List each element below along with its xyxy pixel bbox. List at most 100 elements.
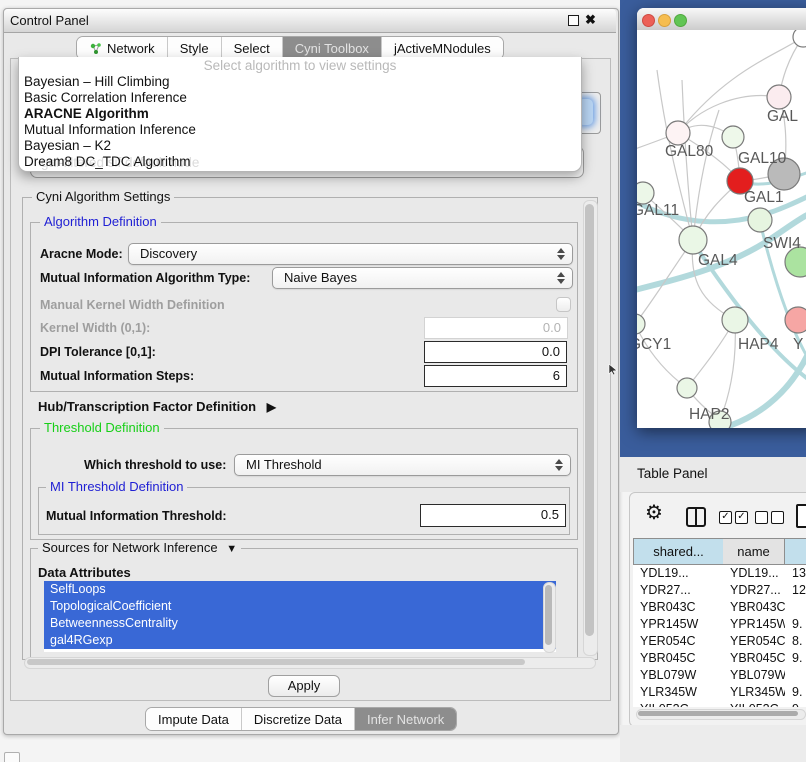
- list-vertical-scrollbar[interactable]: [543, 582, 556, 653]
- checked-box-icon: ✓: [735, 511, 748, 524]
- node-hap2[interactable]: [677, 378, 697, 398]
- apply-button[interactable]: Apply: [268, 675, 340, 697]
- popup-item-mutual-information[interactable]: Mutual Information Inference: [19, 122, 581, 138]
- float-icon[interactable]: [568, 15, 579, 26]
- table-row[interactable]: YDL19...YDL19...13: [633, 565, 806, 582]
- deselect-all-checkboxes-icon[interactable]: [755, 511, 784, 524]
- cell-name: YPR145W: [723, 616, 785, 633]
- network-node-labels: GAL GAL80 GAL10 GAL1 GAL11 GAL4 SWI4 GCY…: [637, 108, 803, 423]
- settings-horizontal-scrollbar-thumb[interactable]: [27, 659, 525, 665]
- collapse-right-icon[interactable]: ▶: [267, 400, 276, 414]
- list-item-betweennesscentrality[interactable]: BetweennessCentrality: [44, 615, 556, 632]
- cell-value: 8.: [785, 633, 806, 650]
- list-item-gal4rgexp[interactable]: gal4RGexp: [44, 632, 556, 649]
- document-icon[interactable]: [796, 504, 806, 528]
- cell-name: YDR27...: [723, 582, 785, 599]
- tab-discretize-data[interactable]: Discretize Data: [241, 708, 354, 730]
- tab-infer-network[interactable]: Infer Network: [354, 708, 456, 730]
- tab-impute-data[interactable]: Impute Data: [146, 708, 241, 730]
- popup-item-bayesian-k2[interactable]: Bayesian – K2: [19, 138, 581, 154]
- mi-steps-label: Mutual Information Steps:: [40, 369, 194, 383]
- mac-minimize-icon[interactable]: [658, 14, 671, 27]
- node-gcy1[interactable]: [637, 314, 645, 334]
- expand-down-icon[interactable]: ▼: [226, 543, 237, 555]
- node-hap4[interactable]: [722, 307, 748, 333]
- popup-item-aracne[interactable]: ARACNE Algorithm: [19, 106, 581, 122]
- popup-placeholder: Select algorithm to view settings: [19, 57, 581, 74]
- tab-style[interactable]: Style: [167, 37, 221, 59]
- tab-discretize-data-label: Discretize Data: [254, 712, 342, 727]
- tab-jactivemnodules[interactable]: jActiveMNodules: [381, 37, 503, 59]
- table-horizontal-scrollbar[interactable]: [636, 709, 806, 720]
- spinner-icon: [557, 272, 565, 284]
- spinner-icon: [555, 459, 563, 471]
- tab-network[interactable]: Network: [77, 37, 167, 59]
- select-all-checkboxes-icon[interactable]: ✓ ✓: [719, 511, 748, 524]
- table-row[interactable]: YDR27...YDR27...12: [633, 582, 806, 599]
- cell-name: YBL079W: [723, 667, 785, 684]
- mac-zoom-icon[interactable]: [674, 14, 687, 27]
- node-gal[interactable]: [767, 85, 791, 109]
- list-item-topologicalcoefficient[interactable]: TopologicalCoefficient: [44, 598, 556, 615]
- network-canvas[interactable]: GAL GAL80 GAL10 GAL1 GAL11 GAL4 SWI4 GCY…: [637, 30, 806, 428]
- kernel-width-input[interactable]: 0.0: [424, 317, 568, 339]
- hub-section-header[interactable]: Hub/Transcription Factor Definition ▶: [38, 399, 276, 414]
- table-row[interactable]: YIL052CYIL052C9: [633, 701, 806, 707]
- close-icon[interactable]: ✖: [585, 12, 596, 28]
- list-vertical-scrollbar-thumb[interactable]: [545, 585, 552, 645]
- dpi-tolerance-input[interactable]: 0.0: [424, 341, 567, 363]
- tab-select[interactable]: Select: [221, 37, 282, 59]
- tab-cyni-toolbox[interactable]: Cyni Toolbox: [282, 37, 381, 59]
- column-header-partial[interactable]: [785, 538, 806, 565]
- node[interactable]: [793, 30, 806, 47]
- node-salmon[interactable]: [785, 307, 806, 333]
- popup-item-basic-correlation[interactable]: Basic Correlation Inference: [19, 90, 581, 106]
- which-threshold-combo[interactable]: MI Threshold: [234, 454, 571, 476]
- data-attributes-label: Data Attributes: [38, 565, 131, 580]
- node-swi4[interactable]: [748, 208, 772, 232]
- column-header-name[interactable]: name: [723, 538, 785, 565]
- settings-horizontal-scrollbar[interactable]: [24, 657, 596, 669]
- settings-vertical-scrollbar-thumb[interactable]: [585, 204, 594, 636]
- popup-item-dream8[interactable]: Dream8 DC_TDC Algorithm: [19, 154, 581, 170]
- table-row[interactable]: YPR145WYPR145W9.: [633, 616, 806, 633]
- table-panel-title: Table Panel: [637, 466, 708, 481]
- column-header-shared[interactable]: shared...: [633, 538, 724, 565]
- spinner-icon: [557, 248, 565, 260]
- manual-kernel-checkbox[interactable]: [556, 297, 571, 312]
- table-row[interactable]: YBL079WYBL079W: [633, 667, 806, 684]
- table-row[interactable]: YLR345WYLR345W9.: [633, 684, 806, 701]
- node-gal4[interactable]: [679, 226, 707, 254]
- mi-steps-input[interactable]: 6: [424, 365, 567, 387]
- cell-value: 9.: [785, 616, 806, 633]
- list-item-selfloops[interactable]: SelfLoops: [44, 581, 556, 598]
- network-graph: GAL GAL80 GAL10 GAL1 GAL11 GAL4 SWI4 GCY…: [637, 30, 806, 428]
- table-row[interactable]: YER054CYER054C8.: [633, 633, 806, 650]
- cell-name: YBR043C: [723, 599, 785, 616]
- popup-item-bayesian-hill[interactable]: Bayesian – Hill Climbing: [19, 74, 581, 90]
- tab-select-label: Select: [234, 41, 270, 56]
- table-horizontal-scrollbar-thumb[interactable]: [638, 711, 798, 716]
- node-label-gcy1: GCY1: [637, 336, 671, 353]
- settings-vertical-scrollbar[interactable]: [583, 200, 598, 656]
- cell-shared: YER054C: [633, 633, 723, 650]
- node-gal10[interactable]: [722, 126, 744, 148]
- tab-impute-data-label: Impute Data: [158, 712, 229, 727]
- aracne-mode-combo[interactable]: Discovery: [128, 243, 573, 265]
- table-row[interactable]: YBR045CYBR045C9.: [633, 650, 806, 667]
- mi-threshold-input[interactable]: 0.5: [420, 504, 566, 527]
- control-panel-titlebar[interactable]: [4, 9, 616, 33]
- table-row[interactable]: YBR043CYBR043C: [633, 599, 806, 616]
- split-columns-icon[interactable]: [686, 507, 706, 527]
- node-gal80[interactable]: [666, 121, 690, 145]
- cell-shared: YDR27...: [633, 582, 723, 599]
- node-gal11[interactable]: [637, 182, 654, 204]
- mi-type-combo[interactable]: Naive Bayes: [272, 267, 573, 289]
- checked-box-icon: ✓: [719, 511, 732, 524]
- minimized-window-icon[interactable]: [4, 752, 20, 762]
- data-attributes-list: SelfLoops TopologicalCoefficient Between…: [44, 581, 556, 652]
- gear-icon[interactable]: ⚙: [645, 503, 663, 523]
- node-label-gal: GAL: [767, 108, 798, 125]
- cell-shared: YBR045C: [633, 650, 723, 667]
- mac-close-icon[interactable]: [642, 14, 655, 27]
